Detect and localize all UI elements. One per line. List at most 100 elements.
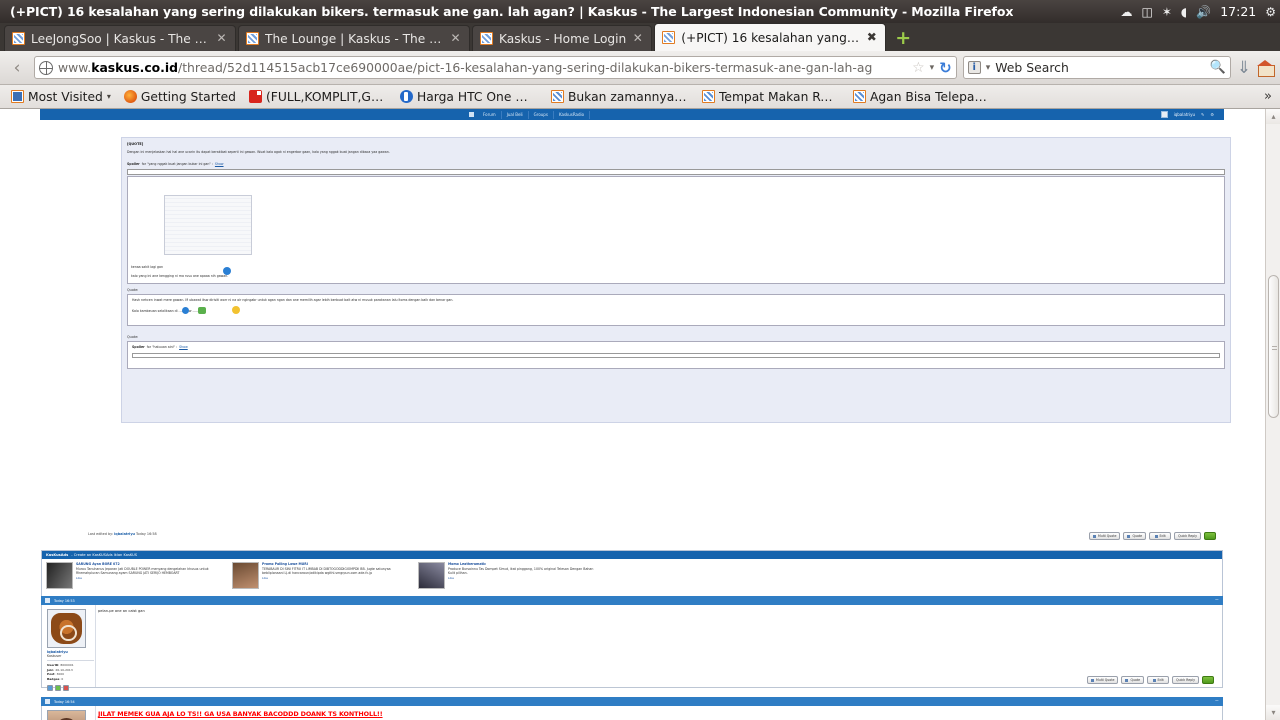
- button-label: Edit: [1157, 678, 1164, 682]
- button-label: Quick Reply: [1178, 534, 1197, 538]
- collapse-icon[interactable]: −: [1215, 598, 1219, 603]
- ads-header: KasKusAds - Create an KasKUSAds Iklan Ka…: [42, 551, 1222, 559]
- quick-reply-button[interactable]: Quick Reply: [1172, 676, 1199, 684]
- ad-item[interactable]: SARUNG Ayan BORE 072 Murou Tanuhanus Jep…: [46, 562, 226, 589]
- url-bar[interactable]: www.kaskus.co.id/thread/52d114515acb17ce…: [34, 56, 957, 79]
- chevron-down-icon[interactable]: ▾: [107, 92, 111, 101]
- battery-icon[interactable]: ◫: [1142, 5, 1153, 19]
- ad-item[interactable]: Momo Leatheramatic Produce Bursainnu Tas…: [418, 562, 598, 589]
- tab-close-icon[interactable]: ✕: [632, 32, 643, 44]
- bookmarks-overflow-icon[interactable]: »: [1264, 89, 1272, 104]
- scroll-up-arrow[interactable]: ▴: [1266, 109, 1280, 124]
- site-nav-item-jualbeli[interactable]: Jual Beli: [502, 110, 529, 119]
- spoiler3-show-button[interactable]: Show: [179, 345, 188, 350]
- bookmark-full-komplit[interactable]: (FULL,KOMPLIT,GRA…: [244, 88, 392, 106]
- chevron-down-icon[interactable]: ▾: [986, 63, 991, 73]
- spoiler3-collapsed-bar[interactable]: [132, 353, 1220, 358]
- home-icon[interactable]: [1257, 60, 1275, 77]
- ads-brand-label[interactable]: KasKusAds: [46, 553, 68, 557]
- search-bar[interactable]: i ▾ Web Search 🔍: [962, 56, 1231, 79]
- ad-like-label[interactable]: Like: [76, 576, 226, 580]
- search-icon[interactable]: 🔍: [1210, 60, 1226, 75]
- bookmark-tempat-makan[interactable]: Tempat Makan Roma…: [697, 88, 845, 106]
- collapse-icon[interactable]: −: [1215, 699, 1219, 704]
- multi-quote-button[interactable]: Multi Quote: [1086, 676, 1119, 684]
- avatar[interactable]: [47, 609, 86, 648]
- online-status-icon[interactable]: [55, 684, 61, 691]
- reply-button[interactable]: [1204, 532, 1216, 540]
- tab-close-icon[interactable]: ✕: [216, 32, 227, 44]
- scrollbar-thumb[interactable]: [1268, 275, 1279, 418]
- ad-thumbnail[interactable]: [232, 562, 259, 589]
- scroll-down-arrow[interactable]: ▾: [1266, 705, 1280, 720]
- reload-icon[interactable]: ↻: [939, 59, 952, 77]
- last-edited-user[interactable]: iqbalatriyu: [114, 532, 135, 536]
- site-nav-item-groups[interactable]: Groups: [529, 110, 554, 119]
- volume-icon[interactable]: 🔊: [1196, 5, 1211, 19]
- meta-key: Badges: [47, 676, 60, 681]
- home-icon[interactable]: [469, 112, 474, 117]
- quick-reply-button[interactable]: Quick Reply: [1174, 532, 1201, 540]
- system-settings-icon[interactable]: ⚙: [1265, 5, 1276, 19]
- edit-button[interactable]: Edit: [1147, 676, 1170, 684]
- chevron-down-icon[interactable]: ▾: [930, 63, 935, 73]
- spoiler-show-button[interactable]: Show: [215, 162, 224, 167]
- search-engine-icon[interactable]: i: [967, 61, 981, 74]
- tab-close-icon[interactable]: ✕: [450, 32, 461, 44]
- quote3-label: Quote:: [127, 335, 139, 339]
- site-nav-item-forum[interactable]: Forum: [478, 110, 502, 119]
- bluetooth-icon[interactable]: ✶: [1162, 5, 1172, 19]
- url-scheme-host-prefix: www.: [58, 60, 92, 75]
- browser-tab-2[interactable]: The Lounge | Kaskus - The L… ✕: [238, 25, 470, 51]
- spoiler-collapsed-bar[interactable]: [127, 169, 1225, 175]
- spoiler3-for-label: for "hatuuan aini" :: [146, 345, 178, 349]
- page-scrollbar-vertical[interactable]: ▴ ▾: [1265, 109, 1280, 720]
- tab-label: (+PICT) 16 kesalahan yang s…: [681, 30, 861, 45]
- site-nav-items: Forum Jual Beli Groups KaskusRadio: [465, 110, 591, 119]
- quote-button[interactable]: Quote: [1121, 676, 1145, 684]
- search-input[interactable]: Web Search: [995, 60, 1204, 75]
- bookmark-bukan-zamannya[interactable]: Bukan zamannya mah…: [546, 88, 694, 106]
- ad-like-label[interactable]: Like: [262, 576, 412, 580]
- browser-tab-3[interactable]: Kaskus - Home Login ✕: [472, 25, 653, 51]
- bookmark-getting-started[interactable]: Getting Started: [119, 88, 241, 106]
- bookmark-harga-htc[interactable]: Harga HTC One Max D…: [395, 88, 543, 106]
- ad-thumbnail[interactable]: [46, 562, 73, 589]
- edit-icon: [1152, 678, 1156, 682]
- bookmark-star-icon[interactable]: ☆: [912, 60, 925, 76]
- avatar[interactable]: [47, 710, 86, 720]
- reply-button[interactable]: [1202, 676, 1214, 684]
- meta-value: 8000001: [60, 663, 74, 667]
- post-2: LeeJongSoo Newbie UserID: 478788 Join: 0…: [41, 706, 1223, 720]
- profile-icon[interactable]: [47, 684, 53, 691]
- new-tab-button[interactable]: +: [892, 27, 914, 49]
- post-image[interactable]: [164, 195, 252, 255]
- ad-thumbnail[interactable]: [418, 562, 445, 589]
- edit-button[interactable]: Edit: [1149, 532, 1172, 540]
- site-nav-item-kaskusradio[interactable]: KaskusRadio: [554, 110, 591, 119]
- browser-tab-1[interactable]: LeeJongSoo | Kaskus - The L… ✕: [4, 25, 236, 51]
- pencil-icon[interactable]: ✎: [1201, 112, 1204, 117]
- kaskus-favicon: [12, 32, 25, 45]
- bookmark-most-visited[interactable]: Most Visited ▾: [6, 88, 116, 106]
- gear-icon[interactable]: ⚙: [1210, 112, 1214, 117]
- quote-button[interactable]: Quote: [1123, 532, 1147, 540]
- avatar[interactable]: [1160, 111, 1168, 118]
- bookmark-agan-bisa-telepati[interactable]: Agan Bisa Telepati (B…: [848, 88, 996, 106]
- multi-quote-button[interactable]: Multi Quote: [1088, 532, 1121, 540]
- dropbox-icon[interactable]: ☁: [1121, 5, 1133, 19]
- spoiler-for-label: for "yang nggak buat jangan bukar ini ga…: [141, 162, 213, 166]
- username-label[interactable]: iqbalatriyu: [1174, 112, 1195, 117]
- back-button[interactable]: ‹: [6, 56, 28, 80]
- last-edited-line: Last edited by: iqbalatriyu Today 16:58: [88, 532, 157, 536]
- ad-like-label[interactable]: Like: [448, 576, 598, 580]
- clock[interactable]: 17:21: [1220, 4, 1256, 19]
- wifi-icon[interactable]: ◖: [1181, 5, 1187, 19]
- tab-close-icon[interactable]: ✖: [866, 31, 877, 43]
- quote3-block: Spoiler for "hatuuan aini" : Show: [127, 341, 1225, 369]
- post-icon: [45, 699, 50, 704]
- downloads-icon[interactable]: ⇓: [1237, 58, 1251, 78]
- report-icon[interactable]: [63, 684, 69, 691]
- ad-item[interactable]: Promo Palling Lowe MURI TERABAUR DI SINI…: [232, 562, 412, 589]
- browser-tab-4-active[interactable]: (+PICT) 16 kesalahan yang s… ✖: [654, 23, 887, 51]
